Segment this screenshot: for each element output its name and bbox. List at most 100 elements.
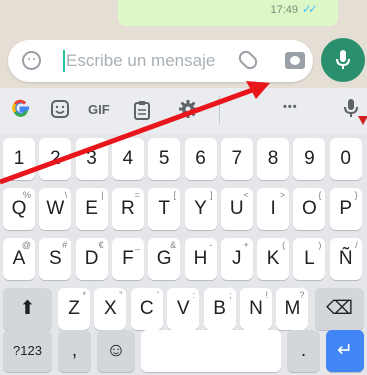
- key-k[interactable]: K(: [257, 238, 290, 280]
- message-bubble[interactable]: 17:49 ✓✓: [118, 0, 338, 26]
- key-label: H: [193, 248, 208, 269]
- key-g[interactable]: G &: [148, 238, 181, 280]
- key-hint: ]: [209, 190, 213, 200]
- clipboard-icon[interactable]: [133, 100, 151, 125]
- key-z[interactable]: Z *: [58, 288, 90, 330]
- key-2[interactable]: 2: [39, 138, 72, 180]
- key-label: T: [158, 198, 170, 219]
- key-hint: *: [82, 290, 86, 300]
- key-hint: |: [101, 190, 104, 200]
- key-label: 2: [50, 148, 61, 169]
- key-h[interactable]: H-: [184, 238, 217, 280]
- camera-icon[interactable]: [285, 52, 305, 69]
- shift-key[interactable]: ⬆: [3, 288, 52, 330]
- key-label: B: [213, 298, 226, 319]
- key-7[interactable]: 7: [220, 138, 253, 180]
- key-hint: <: [243, 190, 249, 200]
- key-w[interactable]: W \: [39, 188, 72, 230]
- gear-icon[interactable]: [178, 99, 198, 124]
- key-label: 0: [340, 148, 351, 169]
- key-label: D: [84, 248, 99, 269]
- key-3[interactable]: 3: [75, 138, 108, 180]
- key-label: F: [122, 248, 134, 269]
- key-hint: @: [21, 240, 31, 250]
- key-label: C: [139, 298, 154, 319]
- sticker-icon[interactable]: [50, 99, 70, 124]
- key-label: 8: [267, 148, 279, 169]
- key-hint: +: [243, 240, 249, 250]
- key-a[interactable]: A @: [3, 238, 35, 280]
- key-label: 7: [231, 148, 243, 169]
- key-e[interactable]: E |: [75, 188, 108, 230]
- symbols-key[interactable]: ?123: [3, 330, 52, 372]
- key-b[interactable]: B;: [203, 288, 236, 330]
- key-ñ[interactable]: Ñ /: [329, 238, 362, 280]
- key-6[interactable]: 6: [184, 138, 217, 180]
- key-hint: ': [157, 290, 159, 300]
- key-label: Y: [194, 198, 207, 219]
- more-button[interactable]: •••: [283, 101, 298, 113]
- key-9[interactable]: 9: [293, 138, 326, 180]
- key-label: O: [302, 198, 317, 219]
- chat-area: 17:49 ✓✓ Escribe un mensaje: [0, 0, 367, 88]
- key-hint: _: [134, 240, 140, 250]
- backspace-key[interactable]: ⌫: [315, 288, 364, 330]
- key-label: 6: [195, 148, 206, 169]
- key-p[interactable]: P}: [329, 188, 362, 230]
- key-8[interactable]: 8: [257, 138, 290, 180]
- key-x[interactable]: X ": [94, 288, 127, 330]
- message-time: 17:49: [270, 4, 298, 16]
- key-label: N: [249, 298, 263, 319]
- key-hint: #: [62, 240, 68, 250]
- key-hint: &: [170, 240, 177, 250]
- key-l[interactable]: L): [293, 238, 326, 280]
- key-y[interactable]: Y]: [184, 188, 217, 230]
- key-0[interactable]: 0: [329, 138, 362, 180]
- key-4[interactable]: 4: [111, 138, 144, 180]
- key-1[interactable]: 1: [3, 138, 35, 180]
- message-input-bar[interactable]: Escribe un mensaje: [8, 40, 313, 82]
- google-icon[interactable]: [10, 97, 32, 124]
- key-j[interactable]: J +: [220, 238, 253, 280]
- key-n[interactable]: N!: [240, 288, 272, 330]
- keyboard: 1234567890 Q% W \ E | R = T[Y] U < I > O{P} A @ S # D € F _…: [0, 134, 367, 375]
- key-s[interactable]: S #: [39, 238, 72, 280]
- key-label: G: [156, 248, 172, 269]
- key-r[interactable]: R =: [111, 188, 144, 230]
- key-f[interactable]: F _: [111, 238, 144, 280]
- key-label: L: [304, 248, 315, 269]
- comma-key[interactable]: ,: [58, 330, 91, 372]
- key-t[interactable]: T[: [148, 188, 181, 230]
- voice-record-button[interactable]: [321, 38, 365, 82]
- key-d[interactable]: D €: [75, 238, 108, 280]
- key-5[interactable]: 5: [148, 138, 181, 180]
- key-u[interactable]: U <: [220, 188, 253, 230]
- key-label: K: [266, 248, 280, 269]
- key-v[interactable]: V:: [167, 288, 200, 330]
- emoji-icon[interactable]: [22, 51, 41, 70]
- key-hint: }: [354, 190, 358, 200]
- message-input[interactable]: Escribe un mensaje: [66, 51, 215, 71]
- key-hint: ?: [299, 290, 305, 300]
- mic-icon[interactable]: [344, 98, 358, 125]
- key-o[interactable]: O{: [293, 188, 326, 230]
- emoji-key[interactable]: ☺: [97, 330, 135, 372]
- key-hint: -: [209, 240, 213, 250]
- enter-key[interactable]: ↵: [326, 330, 364, 372]
- key-c[interactable]: C ': [130, 288, 163, 330]
- space-key[interactable]: [141, 330, 281, 372]
- key-label: V: [176, 298, 190, 319]
- key-i[interactable]: I >: [257, 188, 290, 230]
- red-pointer-triangle: [358, 116, 367, 125]
- letter-row-2: A @ S # D € F _ G & H - J + K(L) Ñ /: [0, 238, 367, 282]
- key-q[interactable]: Q%: [3, 188, 35, 230]
- letter-row-3: ⬆ ⌫ Z * X " C ' V: B; N! M?: [0, 288, 367, 332]
- key-hint: (: [282, 240, 286, 250]
- key-m[interactable]: M?: [276, 288, 309, 330]
- key-hint: [: [173, 190, 177, 200]
- key-hint: {: [318, 190, 322, 200]
- attach-icon[interactable]: [235, 47, 261, 73]
- period-key[interactable]: .: [287, 330, 320, 372]
- gif-button[interactable]: GIF: [88, 102, 110, 117]
- key-label: U: [229, 198, 244, 219]
